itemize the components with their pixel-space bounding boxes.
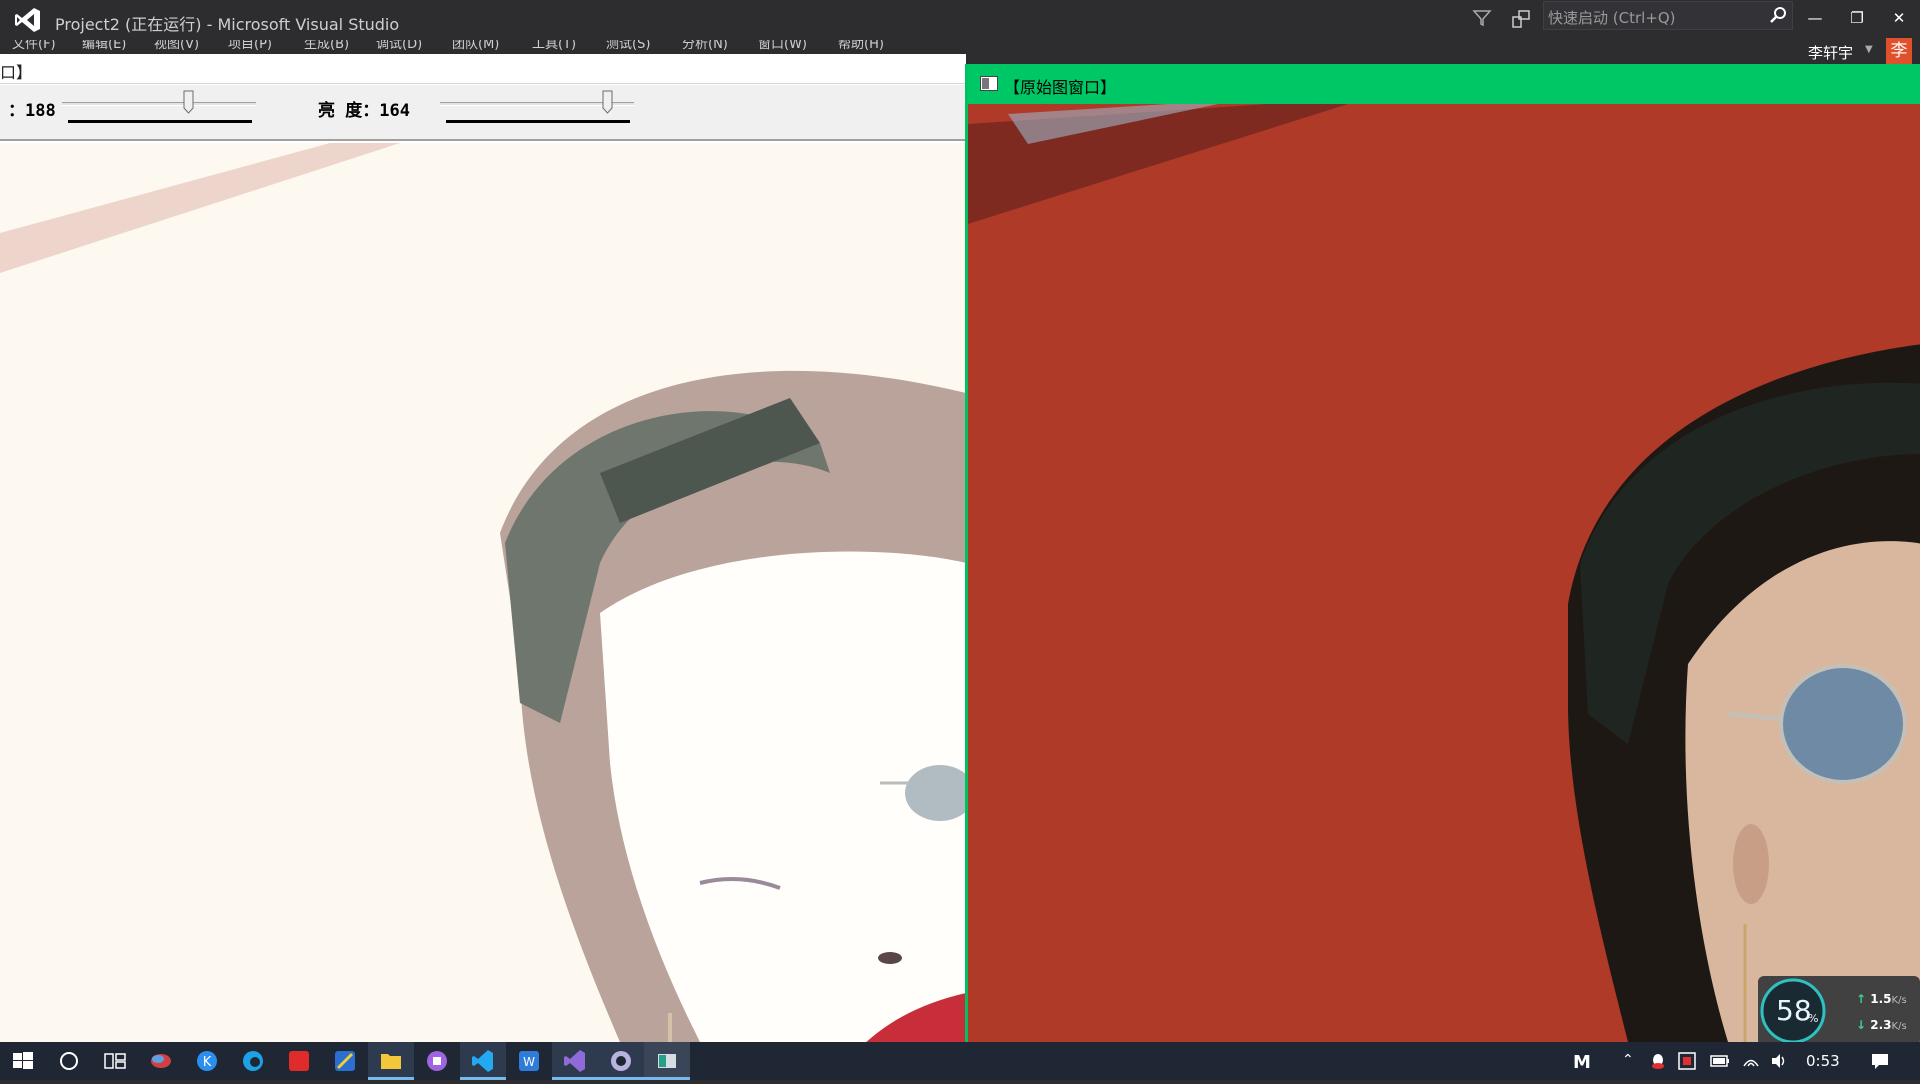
memory-percent-unit: % (1808, 1012, 1819, 1025)
app-purple-icon[interactable] (414, 1042, 460, 1080)
contrast-trackbar-label: ：188 (8, 101, 56, 121)
folder-icon (381, 1054, 401, 1069)
brightness-trackbar-label: 亮 度：164 (318, 101, 410, 121)
window-title: 【原始图窗口】 (1004, 78, 1117, 97)
vscode-taskbar-item[interactable] (460, 1042, 506, 1080)
upload-rate: ↑ 1.5K/s (1856, 992, 1907, 1006)
cortana-search-icon[interactable] (46, 1042, 92, 1080)
menu-item[interactable]: 窗口(W) (758, 40, 807, 50)
github-icon (611, 1051, 631, 1071)
trackbar-underline (68, 120, 252, 123)
restore-button[interactable]: ❐ (1842, 6, 1872, 30)
menu-item[interactable]: 团队(M) (452, 40, 499, 50)
app-icon-colorful[interactable] (138, 1042, 184, 1080)
upload-unit: K/s (1891, 995, 1907, 1006)
brightness-trackbar-thumb[interactable] (602, 90, 613, 114)
window-title: Project2 (正在运行) - Microsoft Visual Studi… (55, 15, 400, 34)
original-window-titlebar[interactable]: 【原始图窗口】 (968, 64, 1920, 104)
contrast-trackbar[interactable] (62, 102, 256, 106)
opencv-effect-window: 口】 ：188 亮 度：164 (0, 54, 966, 1042)
quick-launch-input[interactable]: 快速启动 (Ctrl+Q) (1543, 1, 1793, 30)
upload-value: 1.5 (1870, 992, 1892, 1006)
svg-text:K: K (203, 1055, 212, 1070)
chevron-down-icon[interactable]: ▼ (1865, 44, 1873, 55)
kugou-music-icon[interactable]: K (184, 1042, 230, 1080)
menu-bar: 文件(F) 编辑(E) 视图(V) 项目(P) 生成(B) 调试(D) 团队(M… (0, 40, 1920, 50)
vs-titlebar: Project2 (正在运行) - Microsoft Visual Studi… (0, 0, 1920, 40)
download-rate: ↓ 2.3K/s (1856, 1018, 1907, 1032)
original-photo (968, 104, 1920, 1042)
minimize-button[interactable]: — (1800, 6, 1830, 30)
menu-item[interactable]: 文件(F) (12, 40, 56, 50)
download-value: 2.3 (1870, 1018, 1892, 1032)
trackbar-panel: ：188 亮 度：164 (0, 85, 966, 141)
tray-m-icon[interactable]: M (1573, 1052, 1591, 1073)
avatar[interactable]: 李 (1886, 38, 1912, 64)
feedback-filter-icon[interactable] (1472, 8, 1492, 28)
opencv-app-taskbar-item[interactable] (644, 1042, 690, 1080)
security-tray-icon[interactable] (1678, 1052, 1696, 1070)
notifications-icon[interactable] (1510, 8, 1532, 30)
task-view-icon[interactable] (92, 1042, 138, 1080)
menu-item[interactable]: 生成(B) (304, 40, 349, 50)
vscode-icon (472, 1050, 493, 1072)
menu-item[interactable]: 分析(N) (682, 40, 728, 50)
window-app-icon (658, 1054, 676, 1068)
download-unit: K/s (1891, 1021, 1907, 1032)
visual-studio-icon (564, 1050, 585, 1072)
clock[interactable]: 0:53 (1806, 1052, 1840, 1070)
chevron-up-icon[interactable]: ⌃ (1622, 1052, 1634, 1068)
processed-photo (0, 143, 966, 1042)
user-name[interactable]: 李轩宇 (1808, 42, 1853, 63)
memory-percent: 58 (1776, 994, 1812, 1027)
svg-text:W: W (523, 1055, 535, 1069)
original-image (968, 104, 1920, 1042)
opencv-window-titlebar[interactable]: 口】 (0, 54, 966, 84)
menu-item[interactable]: 测试(S) (606, 40, 650, 50)
github-taskbar-item[interactable] (598, 1042, 644, 1080)
youdao-dictionary-icon[interactable] (276, 1042, 322, 1080)
wifi-icon[interactable] (1742, 1052, 1760, 1070)
menu-item[interactable]: 帮助(H) (838, 40, 884, 50)
menu-item[interactable]: 视图(V) (154, 40, 199, 50)
qq-tray-icon[interactable] (1650, 1052, 1666, 1070)
trackbar-underline (446, 120, 630, 123)
processed-image (0, 143, 966, 1042)
window-app-icon (980, 76, 998, 91)
contrast-trackbar-thumb[interactable] (183, 90, 194, 114)
paint-app-icon[interactable] (322, 1042, 368, 1080)
search-icon[interactable] (1768, 5, 1788, 25)
menu-item[interactable]: 编辑(E) (82, 40, 126, 50)
menu-item[interactable]: 调试(D) (376, 40, 422, 50)
edge-browser-icon[interactable] (230, 1042, 276, 1080)
action-center-icon[interactable] (1870, 1052, 1890, 1070)
window-title: 口】 (0, 63, 33, 82)
start-windows-icon[interactable] (0, 1042, 46, 1080)
close-button[interactable]: ✕ (1884, 6, 1914, 30)
wps-writer-icon[interactable]: W (506, 1042, 552, 1080)
menu-item[interactable]: 项目(P) (228, 40, 272, 50)
file-explorer-taskbar-item[interactable] (368, 1042, 414, 1080)
visual-studio-taskbar-item[interactable] (552, 1042, 598, 1080)
taskbar: K W M ⌃ 0:53 (0, 1042, 1920, 1080)
volume-icon[interactable] (1770, 1052, 1788, 1070)
visual-studio-logo-icon (15, 8, 40, 32)
menu-item[interactable]: 工具(T) (532, 40, 576, 50)
original-image-window: 【原始图窗口】 (965, 64, 1920, 1042)
battery-icon[interactable] (1710, 1054, 1730, 1068)
